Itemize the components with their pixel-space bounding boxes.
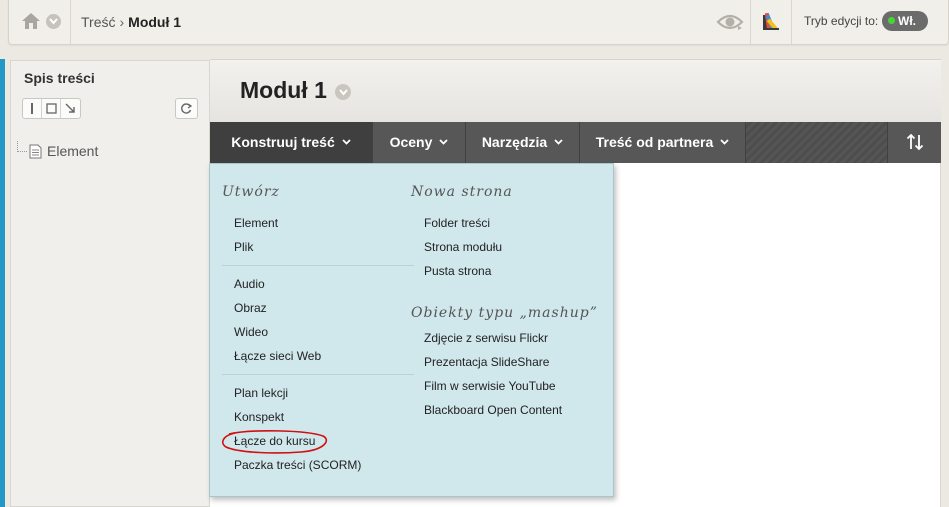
edit-mode-state: Wł. [898, 14, 916, 28]
menu-item-element[interactable]: Element [234, 216, 278, 230]
menu-item-syllabus[interactable]: Konspekt [234, 410, 284, 424]
grades-button[interactable]: Oceny [373, 122, 466, 163]
home-icon[interactable] [21, 11, 41, 31]
student-preview-eye-icon[interactable] [716, 11, 744, 33]
toc-item-element[interactable]: Element [47, 143, 98, 159]
menu-item-lesson-plan[interactable]: Plan lekcji [234, 386, 288, 400]
menu-divider [222, 374, 414, 375]
grades-label: Oceny [389, 134, 433, 150]
menu-item-web-link[interactable]: Łącze sieci Web [234, 349, 321, 363]
course-theme-palette-icon[interactable] [763, 12, 780, 30]
sort-icon [906, 133, 924, 151]
menu-item-course-link[interactable]: Łącze do kursu [234, 434, 315, 448]
toc-view-buttons [22, 98, 81, 119]
menu-item-open-content[interactable]: Blackboard Open Content [424, 403, 562, 417]
build-content-label: Konstruuj treść [231, 134, 335, 150]
toc-title: Spis treści [24, 70, 95, 86]
tree-connector [17, 141, 27, 152]
chevron-down-icon [439, 139, 449, 145]
action-bar: Konstruuj treść Oceny Narzędzia Treść od… [210, 122, 941, 163]
partner-content-button[interactable]: Treść od partnera [580, 122, 746, 163]
page-title-menu-chevron-icon[interactable] [335, 84, 351, 100]
toc-detach-button[interactable] [61, 99, 80, 118]
toc-collapse-button[interactable] [23, 99, 42, 118]
menu-divider [222, 265, 414, 266]
partner-content-label: Treść od partnera [595, 134, 714, 150]
course-menu-stripe [0, 59, 5, 507]
divider [750, 0, 751, 44]
edit-mode-toggle[interactable]: Wł. [882, 11, 928, 31]
menu-item-video[interactable]: Wideo [234, 325, 268, 339]
menu-heading-create: Utwórz [222, 184, 280, 200]
tools-label: Narzędzia [481, 134, 548, 150]
build-content-menu: Utwórz Element Plik Audio Obraz Wideo Łą… [209, 163, 614, 497]
breadcrumb-separator: › [119, 14, 125, 30]
menu-item-scorm-package[interactable]: Paczka treści (SCORM) [234, 458, 361, 472]
menu-item-blank-page[interactable]: Pusta strona [424, 264, 491, 278]
top-navigation-bar: Treść › Moduł 1 Tryb edycji to: Wł. [8, 0, 949, 45]
menu-item-slideshare[interactable]: Prezentacja SlideShare [424, 355, 549, 369]
menu-item-image[interactable]: Obraz [234, 301, 267, 315]
home-menu-chevron-icon[interactable] [46, 14, 61, 29]
arrow-diagonal-icon [65, 103, 75, 113]
chevron-down-icon [342, 139, 351, 145]
menu-heading-new-page: Nowa strona [411, 184, 513, 200]
toc-window-button[interactable] [42, 99, 61, 118]
bar-icon [31, 103, 33, 114]
table-of-contents-panel: Spis treści Element [10, 60, 210, 507]
tools-button[interactable]: Narzędzia [466, 122, 580, 163]
breadcrumb: Treść › Moduł 1 [81, 14, 181, 30]
menu-heading-mashups: Obiekty typu „mashup” [411, 305, 598, 321]
menu-item-flickr-photo[interactable]: Zdjęcie z serwisu Flickr [424, 331, 548, 345]
document-icon [29, 144, 42, 159]
chevron-down-icon [554, 139, 563, 145]
menu-item-file[interactable]: Plik [234, 240, 253, 254]
divider [791, 0, 792, 44]
breadcrumb-current: Moduł 1 [128, 14, 182, 30]
chevron-down-icon [720, 139, 729, 145]
refresh-icon [181, 103, 193, 114]
home-area [9, 0, 71, 44]
page-header: Moduł 1 [210, 59, 941, 122]
menu-item-module-page[interactable]: Strona modułu [424, 240, 502, 254]
build-content-button[interactable]: Konstruuj treść [210, 122, 373, 163]
square-icon [46, 103, 57, 114]
page-title: Moduł 1 [240, 77, 327, 103]
menu-item-youtube[interactable]: Film w serwisie YouTube [424, 379, 556, 393]
menu-item-audio[interactable]: Audio [234, 277, 265, 291]
edit-mode-on-dot-icon [888, 17, 895, 24]
toc-refresh-button[interactable] [175, 98, 198, 119]
reorder-button[interactable] [887, 122, 941, 163]
breadcrumb-parent-link[interactable]: Treść [81, 14, 115, 30]
menu-item-content-folder[interactable]: Folder treści [424, 216, 490, 230]
edit-mode-label: Tryb edycji to: [804, 14, 879, 28]
